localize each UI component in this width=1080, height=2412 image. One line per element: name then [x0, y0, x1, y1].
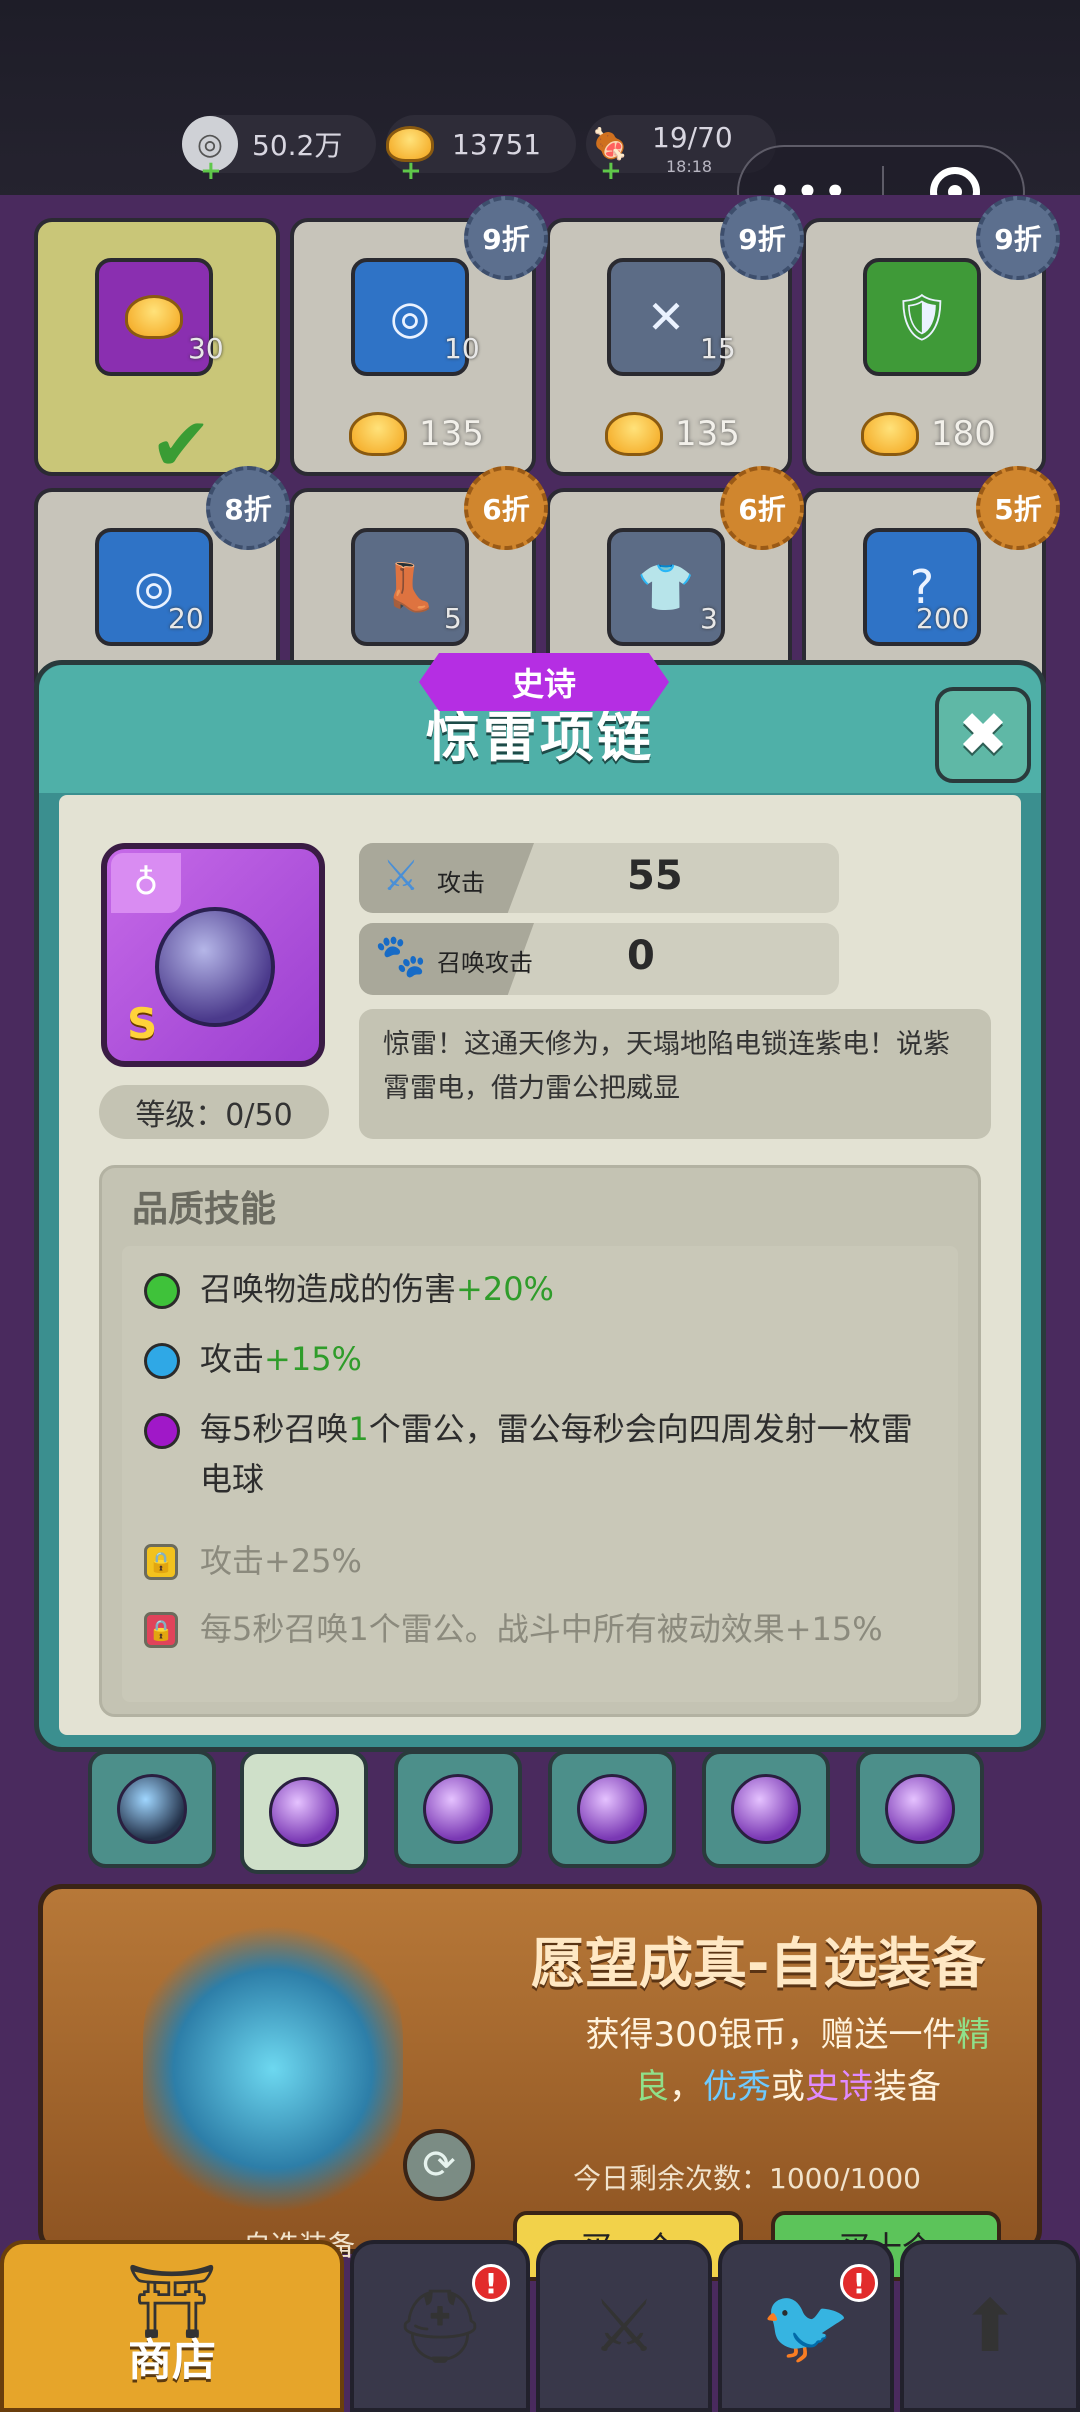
discount-badge: 8折 [206, 466, 290, 550]
top-bar: ◎ + 50.2万 + 13751 🍖 + 19/70 18:18 ••• [0, 0, 1080, 239]
nav-shop-label: 商店 [128, 2335, 216, 2386]
necklace-item-icon [269, 1777, 339, 1847]
discount-badge: 9折 [464, 196, 548, 280]
grade-label: S [127, 999, 158, 1048]
skill-item: 每5秒召唤1个雷公，雷公每秒会向四周发射一枚雷电球 [144, 1404, 944, 1504]
bird-pet-icon: 🐦 [761, 2283, 851, 2368]
armor-icon: 🛡 [863, 258, 981, 376]
discount-badge: 6折 [464, 466, 548, 550]
refresh-icon[interactable]: ⟳ [403, 2129, 475, 2201]
promo-title: 愿望成真-自选装备 [531, 1932, 986, 1995]
locked-skill-item: 🔒 攻击+25% [144, 1536, 944, 1586]
nav-shop[interactable]: ⛩ 商店 [0, 2240, 344, 2412]
nav-pet[interactable]: 🐦 ! [718, 2240, 894, 2412]
skills-heading: 品质技能 [132, 1189, 277, 1230]
item-detail-modal: 惊雷项链 史诗 ✖ ♁ S 等级：0/50 ⚔ 攻击 55 🐾 召唤攻击 0 惊… [34, 653, 1046, 1752]
level-label: 等级：0/50 [99, 1085, 329, 1139]
meat-icon: 🍖 + [591, 126, 629, 187]
discount-badge: 9折 [720, 196, 804, 280]
price: 135 [349, 412, 484, 456]
price: 135 [605, 412, 740, 456]
skill-item: 攻击+15% [144, 1334, 944, 1384]
tab-item-6[interactable] [856, 1750, 984, 1868]
stat-row-attack: ⚔ 攻击 55 [359, 843, 839, 913]
stat-value: 0 [627, 933, 655, 979]
stat-row-summon-attack: 🐾 召唤攻击 0 [359, 923, 839, 995]
locked-skill-item: 🔒 每5秒召唤1个雷公。战斗中所有被动效果+15% [144, 1604, 944, 1654]
modal-body: ♁ S 等级：0/50 ⚔ 攻击 55 🐾 召唤攻击 0 惊雷！这通天修为，天塌… [59, 795, 1021, 1735]
plus-icon: + [600, 156, 622, 186]
skills-list: 召唤物造成的伤害+20% 攻击+15% 每5秒召唤1个雷公，雷公每秒会向四周发射… [122, 1246, 958, 1702]
shop-cell-1[interactable]: 30 ✔ [34, 218, 280, 488]
sword-icon: ⚔ [382, 851, 420, 900]
silver-coin-icon: ◎ + [182, 116, 238, 186]
rarity-tag: 史诗 [419, 653, 669, 711]
gold-ingot-icon [861, 412, 919, 456]
skill-item: 召唤物造成的伤害+20% [144, 1264, 944, 1314]
item-description: 惊雷！这通天修为，天塌地陷电锁连紫电！说紫霄雷电，借力雷公把威显 [359, 1009, 991, 1139]
boots-item-icon [885, 1774, 955, 1844]
alert-badge: ! [840, 2264, 878, 2302]
nav-upgrade[interactable]: ⬆ [900, 2240, 1080, 2412]
promo-description: 获得300银币，赠送一件精 良，优秀或史诗装备 [585, 2015, 991, 2107]
remaining-count: 今日剩余次数：1000/1000 [573, 2162, 921, 2195]
discount-badge: 5折 [976, 466, 1060, 550]
helmet-icon: ⛑ [394, 2283, 486, 2368]
lock-icon: 🔒 [144, 1544, 178, 1580]
gold-ingot-icon: + [382, 116, 438, 186]
tab-item-5[interactable] [702, 1750, 830, 1868]
plus-icon: + [400, 156, 422, 186]
silver-coin-counter[interactable]: ◎ + 50.2万 [182, 115, 376, 186]
tab-item-1[interactable] [88, 1750, 216, 1868]
lock-icon: 🔒 [144, 1612, 178, 1648]
tab-item-3[interactable] [394, 1750, 522, 1868]
tab-item-2[interactable] [240, 1750, 368, 1874]
visor-item-icon [577, 1774, 647, 1844]
stamina-value: 19/70 [652, 120, 733, 154]
close-button[interactable]: ✖ [935, 687, 1031, 783]
nav-battle[interactable]: ⚔ [536, 2240, 712, 2412]
plus-icon: + [200, 156, 222, 186]
silver-coin-value: 50.2万 [252, 129, 343, 162]
alert-badge: ! [472, 2264, 510, 2302]
gold-ingot-icon [349, 412, 407, 456]
wish-promo-banner: 愿望成真-自选装备 获得300银币，赠送一件精 良，优秀或史诗装备 ⟳ 今日剩余… [38, 1884, 1042, 2281]
helmet-item-icon [423, 1774, 493, 1844]
discount-badge: 6折 [720, 466, 804, 550]
gold-ingot-counter[interactable]: + 13751 [386, 115, 576, 186]
gold-ingot-value: 13751 [452, 127, 542, 161]
nav-helmet[interactable]: ⛑ ! [350, 2240, 530, 2412]
discount-badge: 9折 [976, 196, 1060, 280]
green-dot-icon [144, 1273, 180, 1309]
ice-helmet-image [143, 1919, 403, 2219]
armor-item-icon [731, 1774, 801, 1844]
bomb-item-icon [117, 1774, 187, 1844]
stat-value: 55 [627, 853, 683, 899]
paw-icon: 🐾 [374, 931, 428, 980]
gold-ingot-icon [605, 412, 663, 456]
stat-label: 召唤攻击 [437, 949, 533, 977]
upgrade-arrow-icon: ⬆ [959, 2284, 1021, 2368]
stat-label: 攻击 [437, 869, 485, 897]
tab-item-4[interactable] [548, 1750, 676, 1868]
purple-dot-icon [144, 1413, 180, 1449]
thunder-necklace-image [155, 907, 275, 1027]
price: 180 [861, 412, 996, 456]
stamina-timer: 18:18 [666, 157, 713, 176]
purchased-check-icon: ✔ [150, 402, 213, 488]
quality-skills-panel: 品质技能 召唤物造成的伤害+20% 攻击+15% 每5秒召唤1个雷公，雷公每秒会… [99, 1165, 981, 1717]
necklace-type-icon: ♁ [111, 853, 181, 913]
blue-dot-icon [144, 1343, 180, 1379]
item-artwork: ♁ S [101, 843, 325, 1067]
crossed-swords-icon: ⚔ [591, 2284, 657, 2368]
